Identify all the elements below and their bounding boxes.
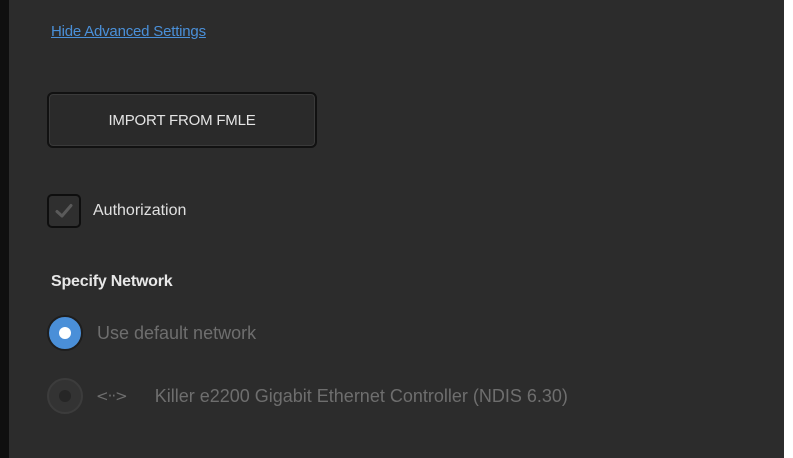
network-adapter-icon: <··> xyxy=(96,387,128,405)
radio-unselected-dot xyxy=(59,390,71,402)
network-option-default: Use default network xyxy=(47,315,256,351)
settings-window: Hide Advanced Settings IMPORT FROM FMLE … xyxy=(0,0,793,458)
default-network-label: Use default network xyxy=(97,322,257,343)
default-network-radio[interactable] xyxy=(47,315,83,351)
specify-network-title: Specify Network xyxy=(51,273,173,290)
adapter-network-label: Killer e2200 Gigabit Ethernet Controller… xyxy=(154,385,568,406)
import-from-fmle-button[interactable]: IMPORT FROM FMLE xyxy=(47,92,317,148)
network-option-adapter: <··> Killer e2200 Gigabit Ethernet Contr… xyxy=(47,378,568,414)
authorization-checkbox[interactable] xyxy=(47,194,81,228)
checkmark-icon xyxy=(55,204,73,218)
hide-advanced-settings-link[interactable]: Hide Advanced Settings xyxy=(51,23,206,40)
authorization-row: Authorization xyxy=(47,193,186,229)
right-edge xyxy=(784,0,793,458)
radio-selected-dot xyxy=(59,327,71,339)
adapter-network-radio[interactable] xyxy=(47,378,83,414)
authorization-label: Authorization xyxy=(93,202,187,219)
left-border xyxy=(0,0,9,458)
